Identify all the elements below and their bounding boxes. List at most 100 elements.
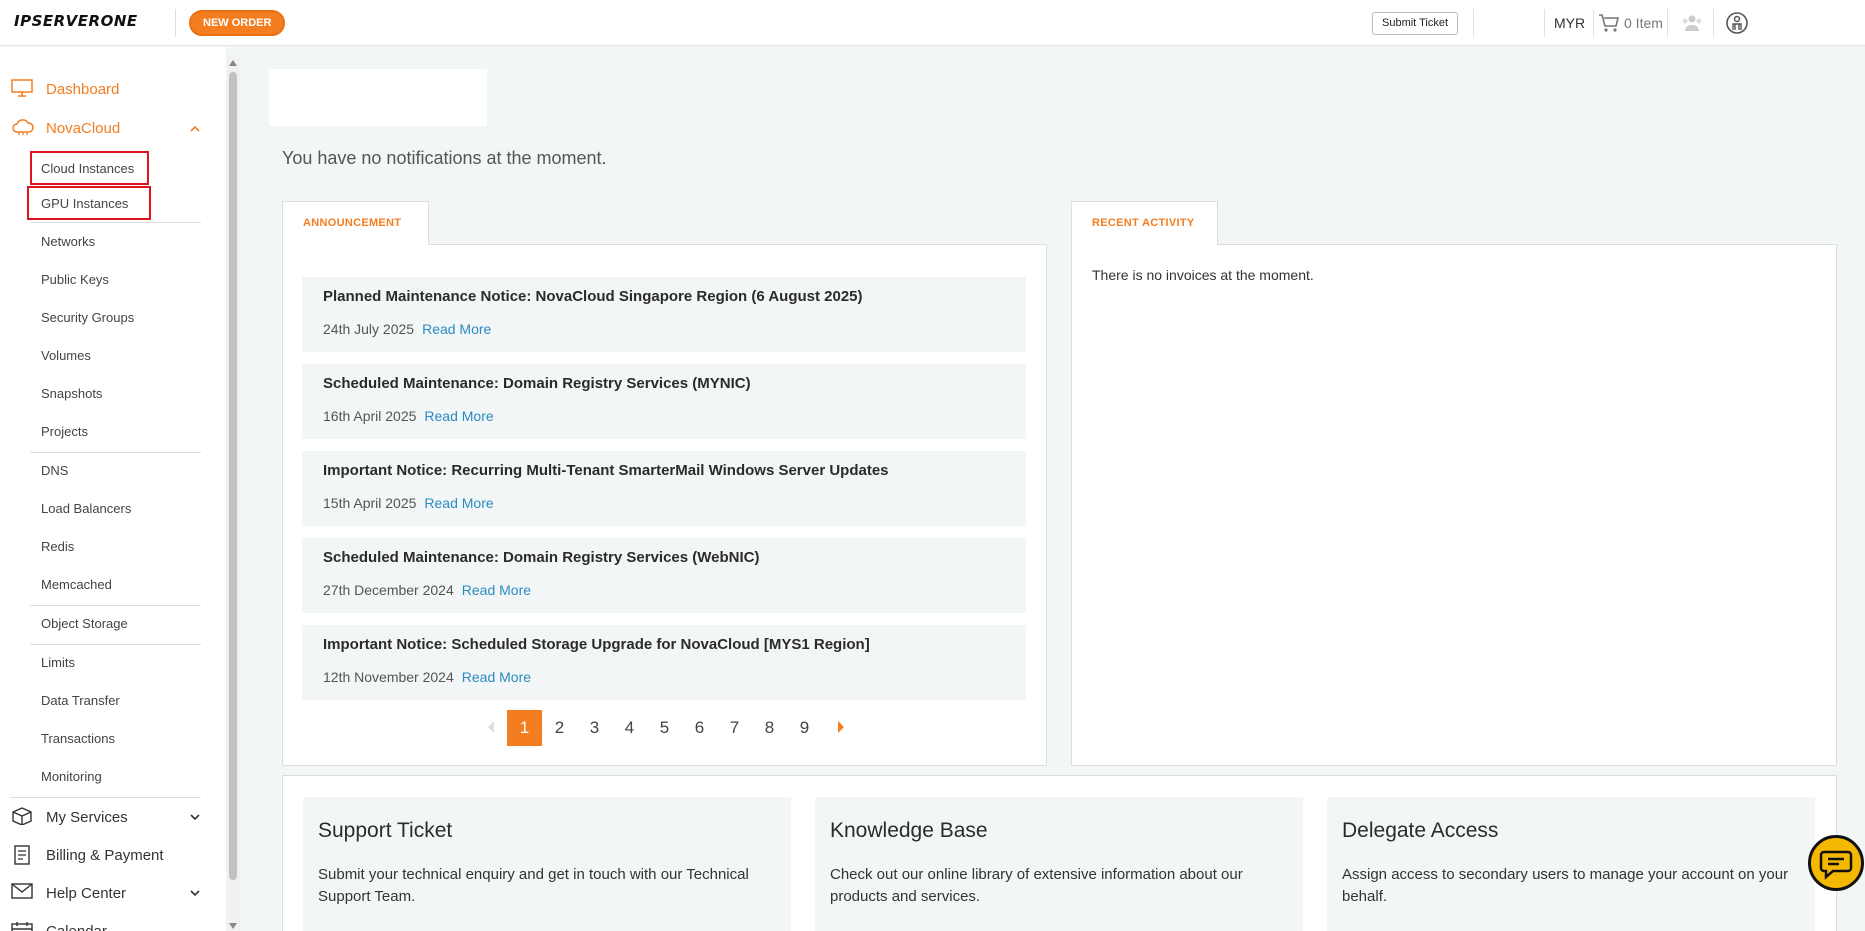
sidebar-subitem-monitoring[interactable]: Monitoring xyxy=(30,758,201,796)
announcement-title: Scheduled Maintenance: Domain Registry S… xyxy=(323,375,751,392)
sidebar-subitem-label: Transactions xyxy=(41,731,115,746)
sidebar-subitem-dns[interactable]: DNS xyxy=(30,452,201,490)
divider xyxy=(1593,9,1594,37)
announcement-title: Planned Maintenance Notice: NovaCloud Si… xyxy=(323,288,863,305)
scroll-up-icon[interactable] xyxy=(229,60,237,66)
sidebar-subitem-label: GPU Instances xyxy=(41,196,129,211)
sidebar-subitem-label: Volumes xyxy=(41,348,91,363)
sidebar-subitem-public-keys[interactable]: Public Keys xyxy=(30,261,201,299)
announcement-item: Scheduled Maintenance: Domain Registry S… xyxy=(302,538,1026,613)
sidebar-item-label: Calendar xyxy=(46,922,107,931)
pagination-page[interactable]: 6 xyxy=(682,710,717,746)
divider xyxy=(175,9,176,37)
announcement-item: Important Notice: Recurring Multi-Tenant… xyxy=(302,451,1026,526)
tab-announcement[interactable]: ANNOUNCEMENT xyxy=(282,201,429,245)
cart-button[interactable]: 0 Item xyxy=(1598,13,1663,33)
read-more-link[interactable]: Read More xyxy=(424,495,493,511)
sidebar-subitem-label: Projects xyxy=(41,424,88,439)
new-order-button[interactable]: NEW ORDER xyxy=(189,10,286,36)
knowledge-base-card[interactable]: Knowledge Base Check out our online libr… xyxy=(815,797,1303,931)
sidebar-subitem-label: Load Balancers xyxy=(41,501,132,516)
chevron-down-icon xyxy=(190,890,200,897)
pagination-page[interactable]: 7 xyxy=(717,710,752,746)
sidebar-subitem-label: Cloud Instances xyxy=(41,161,135,176)
read-more-link[interactable]: Read More xyxy=(424,408,493,424)
sidebar-subitem-networks[interactable]: Networks xyxy=(30,223,201,261)
sidebar-subitem-cloud-instances[interactable]: Cloud Instances xyxy=(30,151,149,185)
pagination-page[interactable]: 2 xyxy=(542,710,577,746)
sidebar-subitem-projects[interactable]: Projects xyxy=(30,413,201,451)
announcement-title: Important Notice: Recurring Multi-Tenant… xyxy=(323,462,889,479)
card-description: Assign access to secondary users to mana… xyxy=(1342,866,1789,905)
sidebar-subitem-label: Security Groups xyxy=(41,310,135,325)
sidebar-item-calendar[interactable]: Calendar xyxy=(0,912,215,931)
box-icon xyxy=(12,807,32,825)
read-more-link[interactable]: Read More xyxy=(462,582,531,598)
sidebar-item-novacloud[interactable]: NovaCloud xyxy=(0,109,215,147)
sidebar-subitem-redis[interactable]: Redis xyxy=(30,528,201,566)
logo[interactable]: IPSERVERONE xyxy=(14,12,138,30)
calendar-icon xyxy=(11,922,33,931)
pagination-page[interactable]: 8 xyxy=(752,710,787,746)
sidebar-subitem-label: Memcached xyxy=(41,577,112,592)
monitor-icon xyxy=(11,79,33,97)
sidebar-item-my-services[interactable]: My Services xyxy=(0,798,215,836)
card-title: Delegate Access xyxy=(1342,819,1499,842)
support-ticket-card[interactable]: Support Ticket Submit your technical enq… xyxy=(303,797,791,931)
top-bar: IPSERVERONE NEW ORDER Submit Ticket MYR … xyxy=(0,0,1865,46)
users-icon[interactable] xyxy=(1680,14,1704,37)
submit-ticket-button[interactable]: Submit Ticket xyxy=(1372,12,1459,35)
sidebar-item-label: Dashboard xyxy=(46,80,120,98)
sidebar-subitem-label: Object Storage xyxy=(41,616,128,631)
sidebar-subitem-snapshots[interactable]: Snapshots xyxy=(30,375,201,413)
sidebar-subitem-security-groups[interactable]: Security Groups xyxy=(30,299,201,337)
sidebar-item-help-center[interactable]: Help Center xyxy=(0,874,215,912)
no-invoices-message: There is no invoices at the moment. xyxy=(1092,267,1314,283)
pagination-page[interactable]: 5 xyxy=(647,710,682,746)
currency-selector[interactable]: MYR xyxy=(1554,15,1585,31)
announcement-date: 24th July 2025 xyxy=(323,321,415,337)
chevron-up-icon xyxy=(190,125,200,132)
read-more-link[interactable]: Read More xyxy=(462,669,531,685)
delegate-access-card[interactable]: Delegate Access Assign access to seconda… xyxy=(1327,797,1815,931)
sidebar-subitem-label: Redis xyxy=(41,539,75,554)
pagination-prev-icon[interactable] xyxy=(488,721,494,733)
card-title: Knowledge Base xyxy=(830,819,988,842)
tab-recent-activity[interactable]: RECENT ACTIVITY xyxy=(1071,201,1218,245)
sidebar-subitem-load-balancers[interactable]: Load Balancers xyxy=(30,490,201,528)
cart-icon xyxy=(1599,14,1620,32)
announcement-item: Planned Maintenance Notice: NovaCloud Si… xyxy=(302,277,1026,352)
sidebar-item-label: Help Center xyxy=(46,884,127,902)
sidebar-subitem-transactions[interactable]: Transactions xyxy=(30,720,201,758)
user-account-icon[interactable] xyxy=(1725,11,1749,40)
scrollbar-thumb[interactable] xyxy=(229,72,237,880)
announcement-date: 27th December 2024 xyxy=(323,582,454,598)
pagination-page[interactable]: 9 xyxy=(787,710,822,746)
mail-icon xyxy=(11,883,33,899)
recent-activity-panel xyxy=(1071,244,1837,766)
chevron-down-icon xyxy=(190,814,200,821)
read-more-link[interactable]: Read More xyxy=(422,321,491,337)
sidebar-item-billing[interactable]: Billing & Payment xyxy=(0,836,215,874)
sidebar-subitem-memcached[interactable]: Memcached xyxy=(30,566,201,604)
sidebar-subitem-label: Limits xyxy=(41,655,75,670)
pagination-next-icon[interactable] xyxy=(838,721,844,733)
sidebar-subitem-limits[interactable]: Limits xyxy=(30,644,201,682)
sidebar-item-label: Billing & Payment xyxy=(46,846,164,864)
sidebar-subitem-volumes[interactable]: Volumes xyxy=(30,337,201,375)
card-description: Check out our online library of extensiv… xyxy=(830,866,1243,905)
scroll-down-icon[interactable] xyxy=(229,923,237,929)
sidebar-subitem-data-transfer[interactable]: Data Transfer xyxy=(30,682,201,720)
announcement-item: Important Notice: Scheduled Storage Upgr… xyxy=(302,625,1026,700)
sidebar-item-dashboard[interactable]: Dashboard xyxy=(0,70,215,108)
chat-widget-button[interactable] xyxy=(1808,835,1864,891)
pagination-page[interactable]: 3 xyxy=(577,710,612,746)
sidebar-subitem-object-storage[interactable]: Object Storage xyxy=(30,605,201,643)
pagination-page[interactable]: 1 xyxy=(507,710,542,746)
sidebar-scrollbar[interactable] xyxy=(226,56,240,931)
page-header-box xyxy=(269,69,487,126)
pagination-page[interactable]: 4 xyxy=(612,710,647,746)
sidebar-item-label: NovaCloud xyxy=(46,119,121,137)
sidebar-subitem-gpu-instances[interactable]: GPU Instances xyxy=(27,186,151,220)
announcement-title: Important Notice: Scheduled Storage Upgr… xyxy=(323,636,870,653)
